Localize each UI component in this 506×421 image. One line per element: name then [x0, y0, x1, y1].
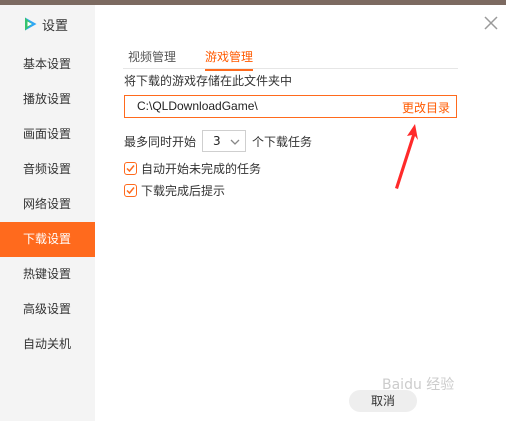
sidebar-item[interactable]: 自动关机	[0, 327, 95, 362]
storage-description: 将下载的游戏存储在此文件夹中	[124, 74, 293, 88]
sidebar-item[interactable]: 网络设置	[0, 187, 95, 222]
max-tasks-row: 最多同时开始 3 个下载任务	[124, 130, 312, 152]
notify-option[interactable]: 下载完成后提示	[124, 182, 225, 198]
change-directory-button[interactable]: 更改目录	[402, 99, 450, 116]
max-tasks-prefix: 最多同时开始	[124, 134, 197, 149]
sidebar-item[interactable]: 音频设置	[0, 152, 95, 187]
app-header: 设置	[22, 14, 68, 34]
auto-start-option[interactable]: 自动开始未完成的任务	[124, 160, 261, 176]
app-title: 设置	[42, 18, 69, 34]
notify-checkbox[interactable]	[124, 183, 137, 197]
notify-label: 下载完成后提示	[141, 183, 226, 198]
tencent-video-logo-icon	[25, 17, 37, 31]
download-path-value: C:\QLDownloadGame\	[137, 99, 258, 113]
sidebar-item[interactable]: 播放设置	[0, 82, 95, 117]
red-arrow-icon	[395, 124, 418, 189]
close-icon[interactable]	[483, 15, 499, 31]
check-icon	[126, 186, 135, 194]
sidebar-item[interactable]: 画面设置	[0, 117, 95, 152]
auto-start-checkbox[interactable]	[124, 161, 137, 175]
chevron-down-icon	[230, 139, 240, 145]
tab-divider	[123, 68, 458, 69]
max-tasks-suffix: 个下载任务	[252, 134, 313, 149]
auto-start-label: 自动开始未完成的任务	[141, 161, 262, 176]
sidebar: 设置 基本设置 播放设置 画面设置 音频设置 网络设置 下载设置 热键设置 高级设置 自动关机	[0, 5, 95, 421]
sidebar-item[interactable]: 高级设置	[0, 292, 95, 327]
max-tasks-select[interactable]: 3	[202, 130, 247, 152]
sidebar-item[interactable]: 下载设置	[0, 222, 95, 257]
sidebar-item[interactable]: 热键设置	[0, 257, 95, 292]
download-path-field[interactable]: C:\QLDownloadGame\ 更改目录	[124, 95, 457, 118]
check-icon	[126, 164, 135, 172]
cancel-button[interactable]: 取消	[349, 390, 417, 412]
sidebar-item[interactable]: 基本设置	[0, 47, 95, 82]
max-tasks-value: 3	[213, 134, 221, 148]
